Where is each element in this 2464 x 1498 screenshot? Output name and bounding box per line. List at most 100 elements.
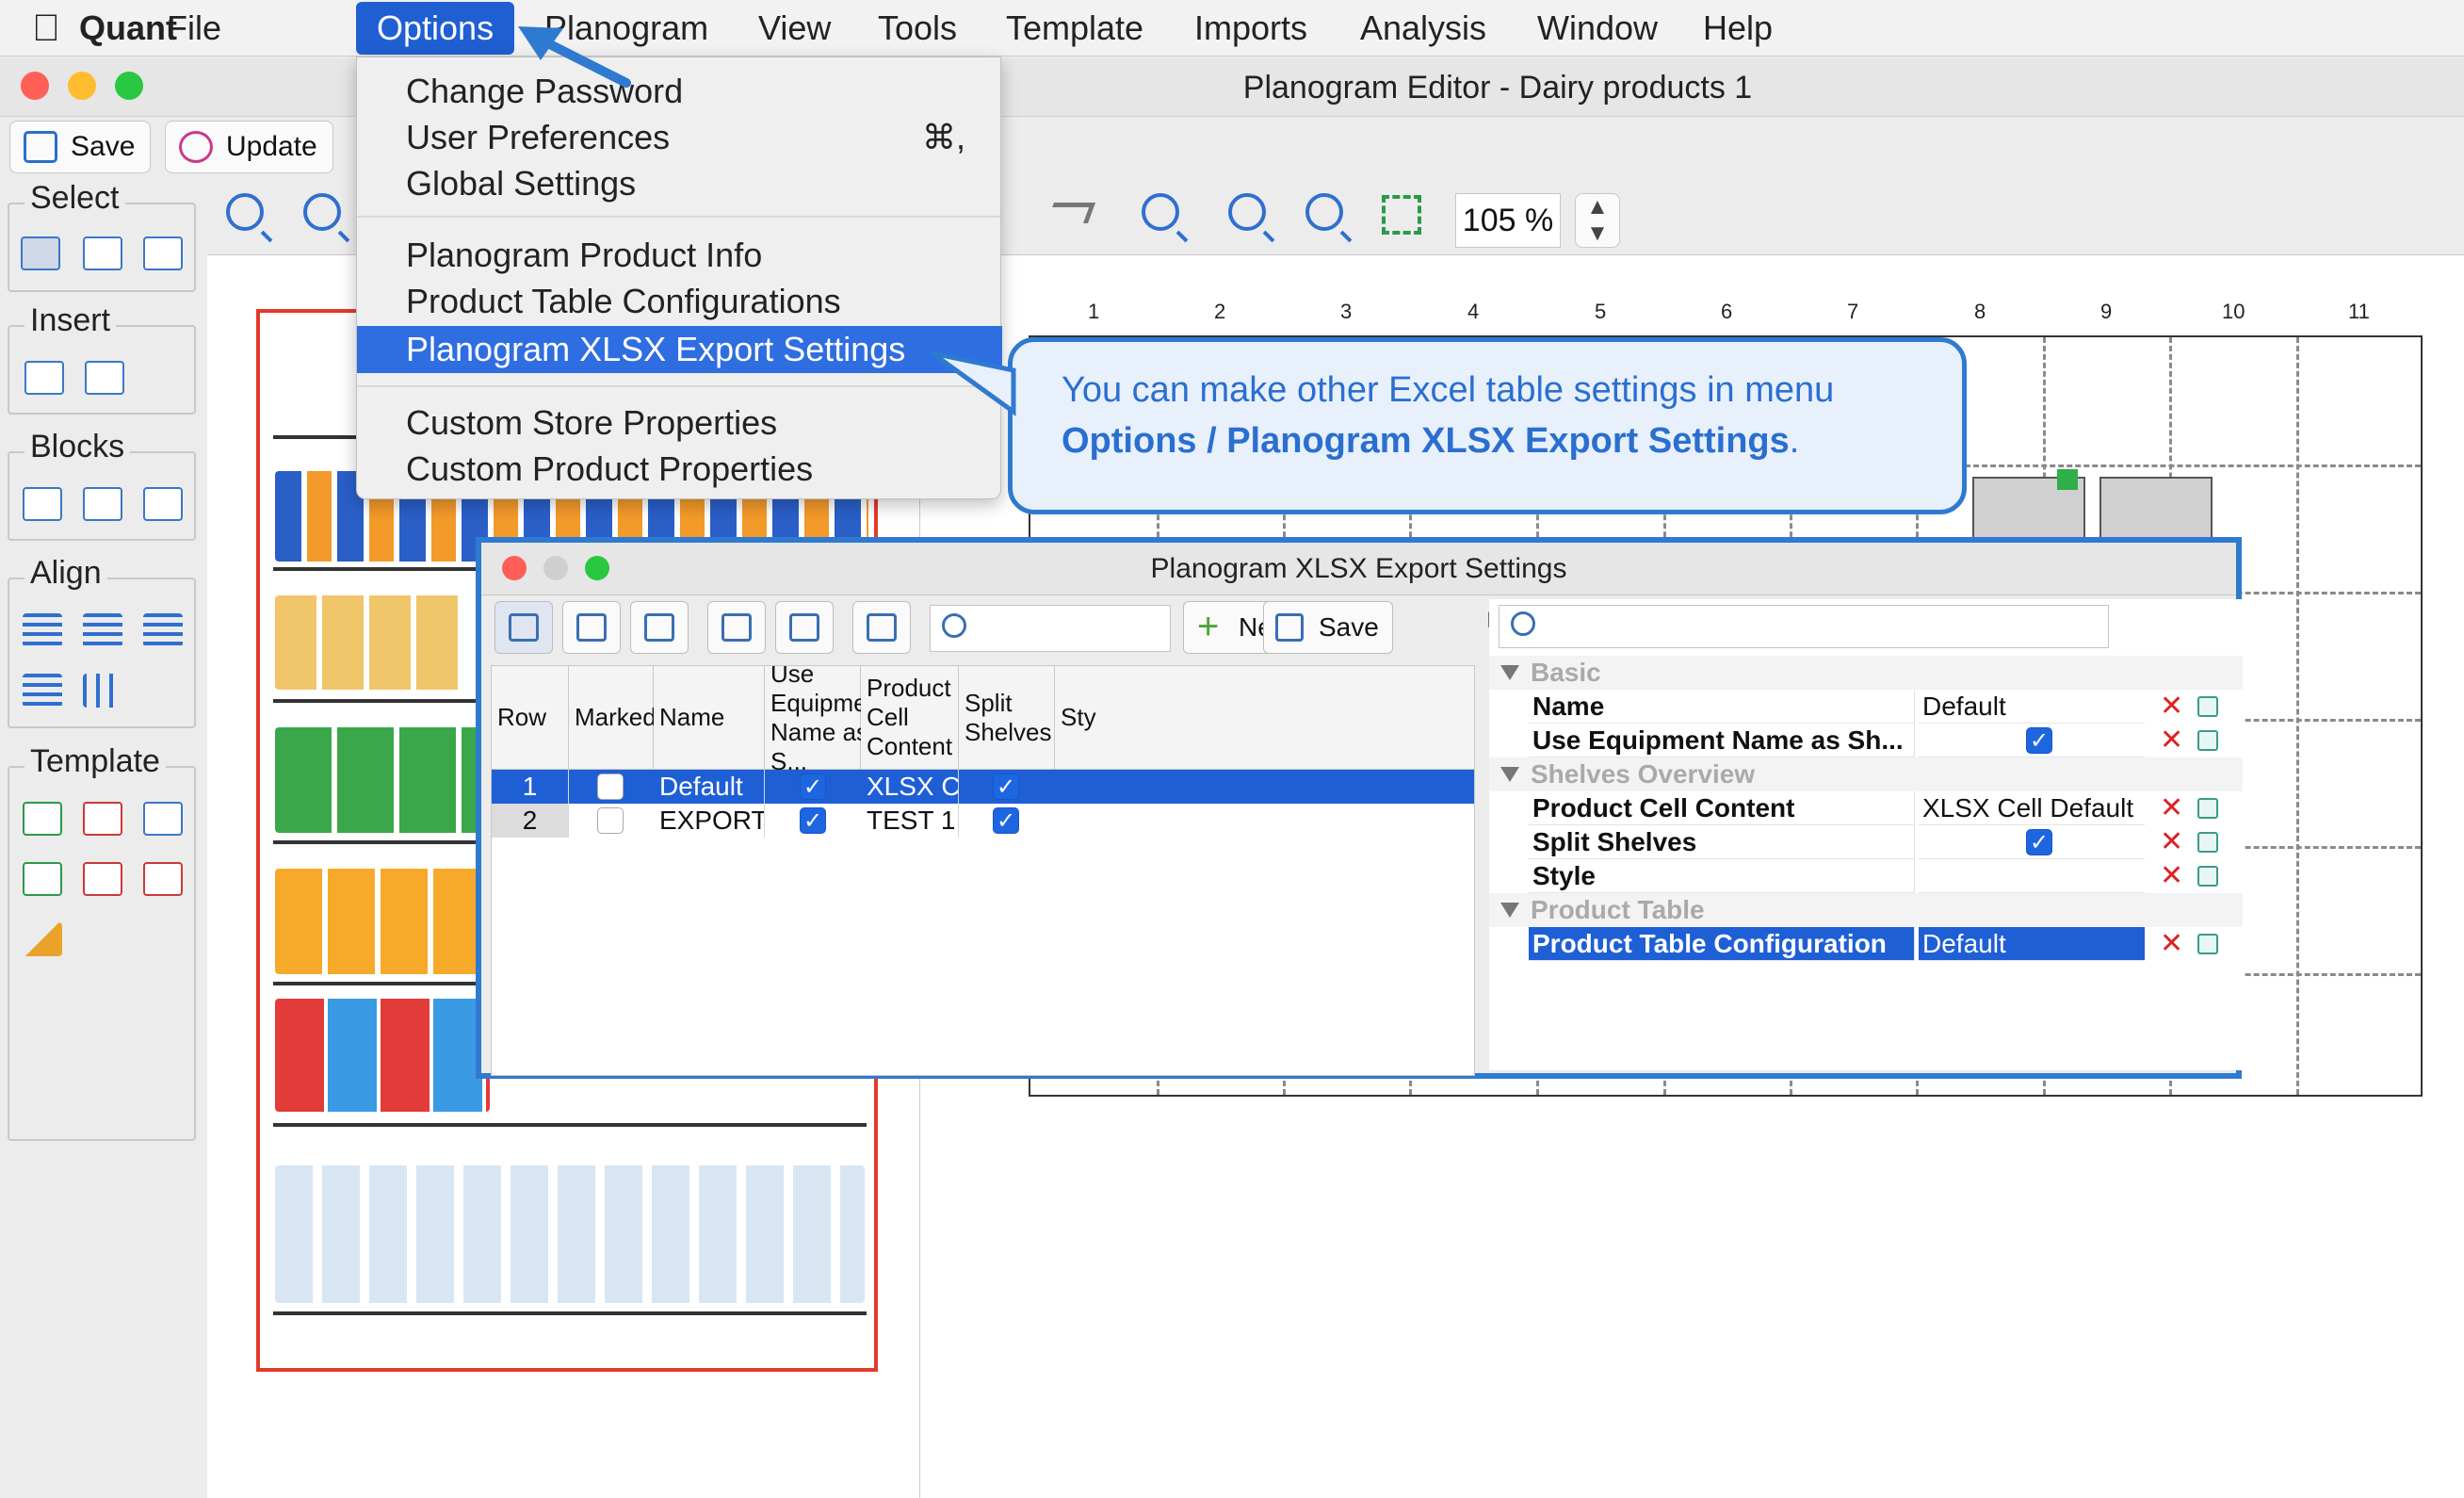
group-product-table[interactable]: Product Table [1489, 893, 2243, 927]
use-equipment-checkbox[interactable]: ✓ [800, 807, 826, 834]
menu-item-custom-store-properties[interactable]: Custom Store Properties [406, 400, 777, 446]
template-edit-icon[interactable] [143, 802, 183, 836]
reset-x-icon[interactable]: ✕ [2160, 859, 2183, 893]
reset-x-icon[interactable]: ✕ [2160, 825, 2183, 859]
menu-item-product-table-configurations[interactable]: Product Table Configurations [406, 279, 841, 324]
product-butter[interactable] [275, 595, 463, 690]
dialog-zoom-button[interactable] [585, 556, 609, 580]
grid-product-item[interactable] [2057, 469, 2078, 490]
split-shelves-checkbox[interactable]: ✓ [993, 807, 1019, 834]
table-row[interactable] [492, 804, 1474, 838]
redo-icon[interactable] [1046, 203, 1096, 223]
zoom-fit-icon[interactable] [1305, 193, 1343, 231]
zoom-value-field[interactable]: 105 % [1455, 193, 1561, 248]
zoom-window-button[interactable] [115, 72, 143, 100]
help-button[interactable] [630, 601, 689, 654]
block-edit-icon[interactable] [143, 487, 183, 521]
product-cheese[interactable] [275, 727, 482, 833]
marked-checkbox[interactable] [597, 773, 624, 800]
align-columns-icon[interactable] [83, 674, 122, 708]
select-tool-icon[interactable] [21, 236, 60, 270]
menu-options[interactable]: Options [356, 2, 515, 55]
col-name-header[interactable]: Name [654, 666, 765, 770]
split-shelves-checkbox[interactable]: ✓ [993, 773, 1019, 800]
minimize-window-button[interactable] [68, 72, 96, 100]
update-button[interactable]: Update [165, 121, 333, 173]
zoom-out-icon[interactable] [303, 193, 341, 231]
prop-product-table-configuration-label[interactable]: Product Table Configuration [1529, 927, 1915, 961]
template-mirror-icon[interactable] [23, 922, 62, 956]
col-use-equipment-header[interactable]: Use Equipment Name as S... [765, 666, 887, 775]
col-product-cell-content-header[interactable]: Product Cell Content [861, 666, 959, 770]
menu-imports[interactable]: Imports [1194, 0, 1307, 57]
reset-x-icon[interactable]: ✕ [2160, 724, 2183, 757]
use-equipment-checkbox[interactable]: ✓ [800, 773, 826, 800]
menu-help[interactable]: Help [1703, 0, 1773, 57]
template-clear-icon[interactable] [143, 862, 183, 896]
zoom-frame-icon[interactable] [1382, 195, 1421, 235]
col-row-header[interactable]: Row [492, 666, 569, 770]
app-name-menu[interactable]: Quant [79, 0, 177, 57]
zoom-in-icon[interactable] [226, 193, 264, 231]
block-remove-icon[interactable] [23, 487, 62, 521]
save-button[interactable]: Save [9, 121, 152, 173]
dialog-minimize-button[interactable] [543, 556, 568, 580]
col-marked-header[interactable]: Marked [569, 666, 657, 770]
product-milk-cartons[interactable] [275, 999, 490, 1112]
copy-value-icon[interactable] [2197, 934, 2218, 954]
table-search-input[interactable] [930, 605, 1171, 652]
template-add-icon[interactable] [23, 802, 62, 836]
select-multi-icon[interactable] [143, 236, 183, 270]
align-right-icon[interactable] [143, 613, 183, 647]
prop-product-cell-content-value[interactable]: XLSX Cell Default [1919, 791, 2145, 825]
product-milk-bottles[interactable] [275, 1165, 865, 1303]
zoom-out-2-icon[interactable] [1228, 193, 1266, 231]
menu-window[interactable]: Window [1537, 0, 1658, 57]
col-style-header[interactable]: Sty [1055, 666, 1474, 770]
dialog-save-button[interactable]: Save [1263, 601, 1393, 654]
copy-value-icon[interactable] [2197, 866, 2218, 887]
reset-x-icon[interactable]: ✕ [2160, 791, 2183, 825]
menu-analysis[interactable]: Analysis [1360, 0, 1486, 57]
insert-text-icon[interactable] [85, 361, 124, 395]
block-move-icon[interactable] [83, 487, 122, 521]
group-basic[interactable]: Basic [1489, 656, 2243, 690]
menu-view[interactable]: View [758, 0, 831, 57]
zoom-stepper[interactable]: ▲ ▼ [1575, 193, 1620, 248]
mark-all-button[interactable] [494, 601, 553, 654]
export-button[interactable] [707, 601, 766, 654]
prop-product-table-configuration-value[interactable]: Default [1919, 927, 2145, 961]
prop-split-shelves-checkbox[interactable]: ✓ [2026, 829, 2052, 855]
menu-item-custom-product-properties[interactable]: Custom Product Properties [406, 447, 813, 492]
prop-use-equipment-checkbox[interactable]: ✓ [2026, 727, 2052, 754]
properties-search-input[interactable] [1499, 605, 2109, 648]
reset-x-icon[interactable]: ✕ [2160, 927, 2183, 961]
copy-value-icon[interactable] [2197, 730, 2218, 751]
menu-item-planogram-product-info[interactable]: Planogram Product Info [406, 233, 762, 278]
zoom-in-2-icon[interactable] [1142, 193, 1179, 231]
select-area-icon[interactable] [83, 236, 122, 270]
menu-file[interactable]: File [167, 0, 221, 57]
dialog-close-button[interactable] [502, 556, 527, 580]
close-window-button[interactable] [21, 72, 49, 100]
table-row[interactable] [492, 770, 1474, 804]
clipboard-button[interactable] [852, 601, 911, 654]
group-shelves-overview[interactable]: Shelves Overview [1489, 757, 2243, 791]
copy-value-icon[interactable] [2197, 696, 2218, 717]
menu-item-user-preferences[interactable]: User Preferences [406, 115, 670, 160]
template-delete-icon[interactable] [83, 862, 122, 896]
product-juice-cartons[interactable] [275, 869, 488, 974]
insert-shelf-icon[interactable] [24, 361, 64, 395]
menu-tools[interactable]: Tools [878, 0, 957, 57]
marked-checkbox[interactable] [597, 807, 624, 834]
prop-name-value[interactable]: Default [1919, 690, 2145, 724]
menu-item-global-settings[interactable]: Global Settings [406, 161, 636, 206]
copy-row-button[interactable] [562, 601, 621, 654]
list-button[interactable] [775, 601, 834, 654]
copy-value-icon[interactable] [2197, 832, 2218, 853]
menu-template[interactable]: Template [1006, 0, 1143, 57]
align-left-icon[interactable] [23, 613, 62, 647]
template-insert-icon[interactable] [23, 862, 62, 896]
copy-value-icon[interactable] [2197, 798, 2218, 819]
align-center-icon[interactable] [83, 613, 122, 647]
